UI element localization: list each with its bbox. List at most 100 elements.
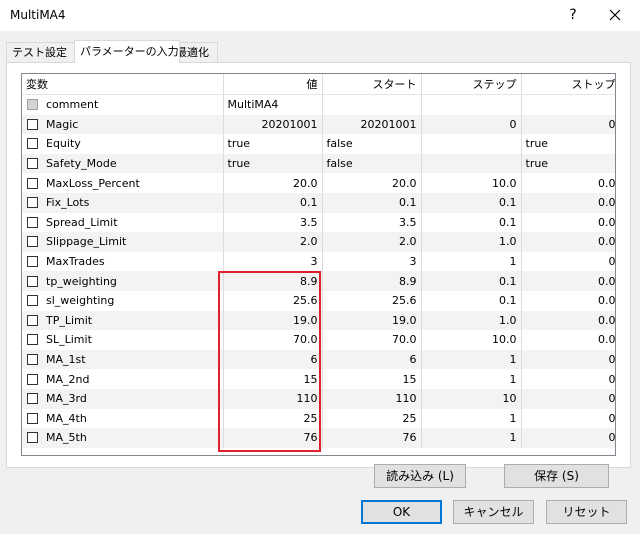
stop-cell[interactable]: 0: [521, 114, 615, 135]
step-cell[interactable]: [421, 134, 522, 154]
column-header-stop[interactable]: ストップ: [521, 74, 615, 95]
cancel-button[interactable]: キャンセル: [453, 500, 534, 524]
step-cell[interactable]: 0: [421, 114, 522, 135]
start-cell[interactable]: [322, 94, 422, 115]
help-button[interactable]: ?: [562, 4, 584, 26]
column-header-start[interactable]: スタート: [322, 74, 422, 95]
value-cell[interactable]: 20201001: [223, 114, 323, 135]
optimize-checkbox[interactable]: [27, 295, 38, 307]
value-cell[interactable]: 70.0: [223, 330, 323, 350]
step-cell[interactable]: 0.1: [421, 212, 522, 233]
table-row[interactable]: SL_Limit 70.0 70.0 10.0 0.0: [22, 330, 615, 350]
table-row[interactable]: Spread_Limit 3.5 3.5 0.1 0.0: [22, 212, 615, 233]
step-cell[interactable]: 1.0: [421, 232, 522, 252]
stop-cell[interactable]: true: [521, 134, 615, 154]
stop-cell[interactable]: [521, 94, 615, 115]
step-cell[interactable]: 10.0: [421, 330, 522, 350]
start-cell[interactable]: 76: [322, 428, 422, 448]
stop-cell[interactable]: 0.0: [521, 192, 615, 213]
table-row[interactable]: comment MultiMA4: [22, 94, 615, 115]
stop-cell[interactable]: 0: [521, 388, 615, 409]
value-cell[interactable]: 8.9: [223, 271, 323, 291]
stop-cell[interactable]: 0.0: [521, 310, 615, 331]
start-cell[interactable]: 3.5: [322, 212, 422, 233]
optimize-checkbox[interactable]: [27, 373, 38, 385]
optimize-checkbox[interactable]: [27, 216, 38, 228]
start-cell[interactable]: 0.1: [322, 192, 422, 213]
step-cell[interactable]: 10.0: [421, 173, 522, 193]
ok-button[interactable]: OK: [361, 500, 442, 524]
optimize-checkbox[interactable]: [27, 158, 38, 170]
table-row[interactable]: tp_weighting 8.9 8.9 0.1 0.0: [22, 271, 615, 291]
optimize-checkbox[interactable]: [27, 197, 38, 209]
optimize-checkbox[interactable]: [27, 354, 38, 366]
stop-cell[interactable]: true: [521, 153, 615, 174]
table-row[interactable]: MA_4th 25 25 1 0: [22, 408, 615, 429]
value-cell[interactable]: 6: [223, 349, 323, 370]
step-cell[interactable]: 0.1: [421, 271, 522, 291]
load-button[interactable]: 読み込み (L): [374, 464, 466, 488]
value-cell[interactable]: 19.0: [223, 310, 323, 331]
save-button[interactable]: 保存 (S): [504, 464, 609, 488]
stop-cell[interactable]: 0: [521, 408, 615, 429]
table-row[interactable]: Magic 20201001 20201001 0 0: [22, 114, 615, 135]
value-cell[interactable]: MultiMA4: [223, 94, 323, 115]
tab-parameter-input[interactable]: パラメーターの入力: [74, 40, 180, 63]
stop-cell[interactable]: 0: [521, 428, 615, 448]
table-row[interactable]: Fix_Lots 0.1 0.1 0.1 0.0: [22, 192, 615, 213]
stop-cell[interactable]: 0: [521, 251, 615, 272]
step-cell[interactable]: 1: [421, 369, 522, 389]
step-cell[interactable]: 1: [421, 251, 522, 272]
stop-cell[interactable]: 0.0: [521, 290, 615, 311]
value-cell[interactable]: 3: [223, 251, 323, 272]
start-cell[interactable]: 20201001: [322, 114, 422, 135]
start-cell[interactable]: 3: [322, 251, 422, 272]
table-row[interactable]: sl_weighting 25.6 25.6 0.1 0.0: [22, 290, 615, 311]
optimize-checkbox[interactable]: [27, 177, 38, 189]
reset-button[interactable]: リセット: [546, 500, 627, 524]
start-cell[interactable]: 8.9: [322, 271, 422, 291]
stop-cell[interactable]: 0.0: [521, 173, 615, 193]
step-cell[interactable]: 1: [421, 408, 522, 429]
value-cell[interactable]: true: [223, 153, 323, 174]
parameters-grid[interactable]: 変数 値 スタート ステップ ストップ comment MultiMA4 Magic…: [21, 73, 616, 456]
step-cell[interactable]: [421, 94, 522, 115]
table-row[interactable]: TP_Limit 19.0 19.0 1.0 0.0: [22, 310, 615, 331]
start-cell[interactable]: 110: [322, 388, 422, 409]
start-cell[interactable]: false: [322, 153, 422, 174]
optimize-checkbox[interactable]: [27, 432, 38, 444]
stop-cell[interactable]: 0.0: [521, 212, 615, 233]
stop-cell[interactable]: 0: [521, 369, 615, 389]
start-cell[interactable]: 70.0: [322, 330, 422, 350]
table-row[interactable]: Safety_Mode true false true: [22, 153, 615, 174]
start-cell[interactable]: 25: [322, 408, 422, 429]
optimize-checkbox[interactable]: [27, 118, 38, 130]
table-row[interactable]: Slippage_Limit 2.0 2.0 1.0 0.0: [22, 232, 615, 252]
optimize-checkbox[interactable]: [27, 138, 38, 150]
optimize-checkbox[interactable]: [27, 314, 38, 326]
optimize-checkbox[interactable]: [27, 256, 38, 268]
optimize-checkbox[interactable]: [27, 236, 38, 248]
stop-cell[interactable]: 0.0: [521, 330, 615, 350]
step-cell[interactable]: [421, 153, 522, 174]
step-cell[interactable]: 1: [421, 349, 522, 370]
table-row[interactable]: MaxLoss_Percent 20.0 20.0 10.0 0.0: [22, 173, 615, 193]
start-cell[interactable]: 6: [322, 349, 422, 370]
step-cell[interactable]: 0.1: [421, 192, 522, 213]
column-header-step[interactable]: ステップ: [421, 74, 522, 95]
tab-test-settings[interactable]: テスト設定: [6, 42, 77, 62]
close-icon[interactable]: [604, 4, 626, 26]
value-cell[interactable]: true: [223, 134, 323, 154]
start-cell[interactable]: 19.0: [322, 310, 422, 331]
value-cell[interactable]: 2.0: [223, 232, 323, 252]
value-cell[interactable]: 110: [223, 388, 323, 409]
start-cell[interactable]: 25.6: [322, 290, 422, 311]
value-cell[interactable]: 20.0: [223, 173, 323, 193]
value-cell[interactable]: 76: [223, 428, 323, 448]
table-row[interactable]: Equity true false true: [22, 134, 615, 154]
stop-cell[interactable]: 0: [521, 349, 615, 370]
column-header-variable[interactable]: 変数: [22, 74, 224, 95]
table-row[interactable]: MaxTrades 3 3 1 0: [22, 251, 615, 272]
table-row[interactable]: MA_2nd 15 15 1 0: [22, 369, 615, 389]
optimize-checkbox[interactable]: [27, 412, 38, 424]
